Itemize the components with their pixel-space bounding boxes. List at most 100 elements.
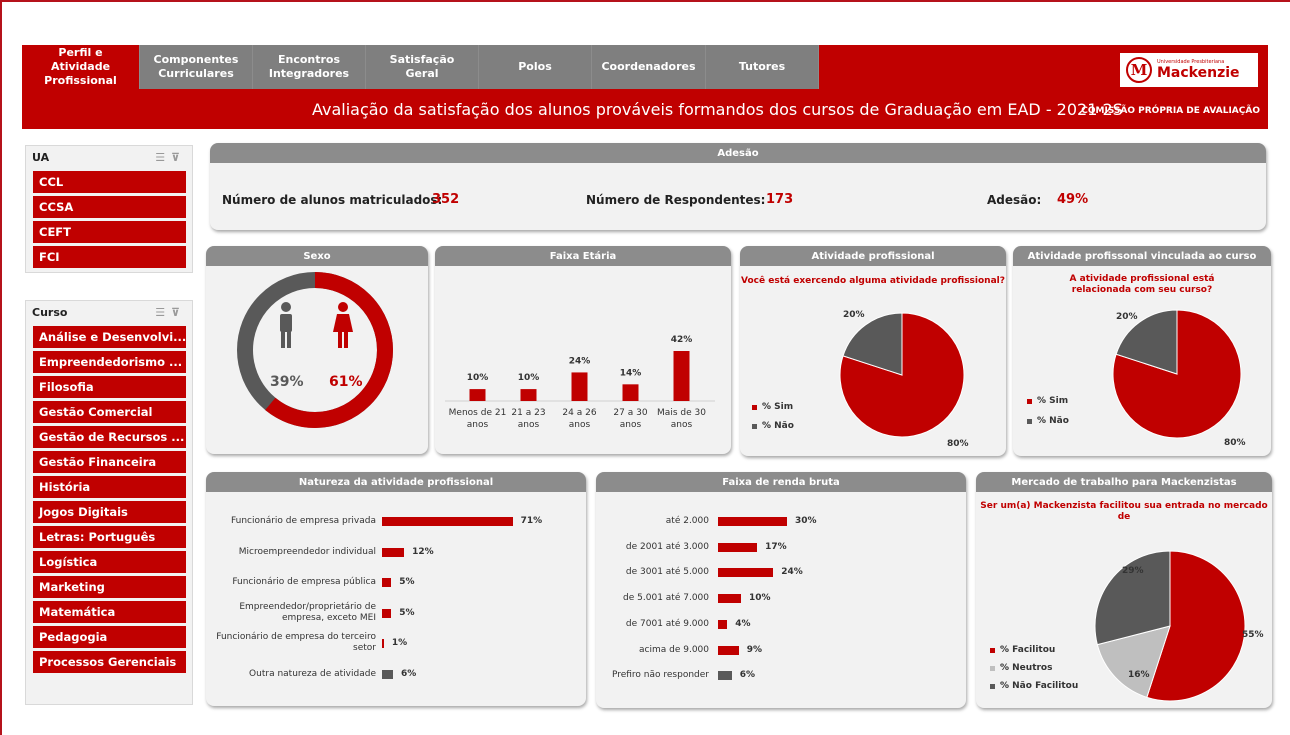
age-value-label: 14% [620,368,642,378]
multi-select-icon[interactable]: ☰ [155,151,171,164]
tab-polos[interactable]: Polos [479,45,592,89]
bar-value-label: 6% [401,669,417,679]
matriculados-value: 352 [432,192,460,207]
legend-nao: % Não [752,421,794,431]
hbar [718,542,758,552]
male-icon [280,302,292,348]
slicer-curso-item[interactable]: Jogos Digitais [33,501,186,523]
slicer-curso-item[interactable]: Gestão de Recursos ... [33,426,186,448]
mackenzie-m-logo: M [1126,57,1152,83]
slicer-curso-item[interactable]: Processos Gerenciais [33,651,186,673]
bar-category-label: de 3001 até 5.000 [625,567,709,578]
legend-neutros: % Neutros [990,663,1052,673]
bar-category-label: acima de 9.000 [639,644,709,655]
atividade-vinculada-title: Atividade profissonal vinculada ao curso [1013,246,1271,266]
slicer-curso-item[interactable]: Gestão Comercial [33,401,186,423]
bar-value-label: 30% [795,516,817,526]
logo-big-text: Mackenzie [1157,65,1240,81]
tab-encontros[interactable]: Encontros Integradores [253,45,366,89]
male-pct-label: 39% [270,374,304,390]
bar-category-label: de 5.001 até 7.000 [623,593,709,604]
female-icon [333,302,353,348]
tab-perfil[interactable]: Perfil e Atividade Profissional [22,45,140,89]
atividade-vinculada-panel: Atividade profissonal vinculada ao curso… [1013,246,1271,456]
legend-nao-facilitou: % Não Facilitou [990,681,1078,691]
age-bar [469,389,486,401]
hbar [382,578,392,588]
mercado-pie [1094,550,1246,702]
bar-category-label: Outra natureza de atividade [249,669,376,679]
legend-sim: % Sim [1027,396,1068,406]
matriculados-label: Número de alunos matriculados: [222,193,443,207]
age-value-label: 10% [467,373,489,383]
bar-category-label: de 2001 até 3.000 [625,541,709,552]
slicer-curso-item[interactable]: Matemática [33,601,186,623]
bar-category-label: Funcionário de empresa privada [230,516,376,526]
age-bar [571,372,588,401]
slicer-ua-item[interactable]: CCL [33,171,186,193]
slicer-curso-item[interactable]: Marketing [33,576,186,598]
bar-value-label: 12% [412,546,434,557]
slicer-curso-item[interactable]: Logística [33,551,186,573]
tab-componentes[interactable]: Componentes Curriculares [140,45,253,89]
clear-filter-icon[interactable]: ⊽ [171,151,186,164]
slicer-curso-item[interactable]: Letras: Português [33,526,186,548]
slicer-curso-item[interactable]: Pedagogia [33,626,186,648]
age-category-label: anos [518,420,540,430]
mercado-panel: Mercado de trabalho para Mackenzistas Se… [976,472,1272,708]
mercado-title: Mercado de trabalho para Mackenzistas [976,472,1272,492]
natureza-panel: Natureza da atividade profissional Funci… [206,472,586,706]
clear-filter-icon[interactable]: ⊽ [171,306,186,319]
slicer-ua-item[interactable]: CCSA [33,196,186,218]
bar-category-label: de 7001 até 9.000 [625,618,709,629]
age-value-label: 42% [671,335,693,345]
vinculada-nao-label: 20% [1116,312,1138,322]
page-title: Avaliação da satisfação dos alunos prová… [312,100,1123,119]
slicer-curso-title: Curso [32,305,68,319]
adesao-value: 49% [1057,192,1089,207]
tab-tutores[interactable]: Tutores [706,45,819,89]
slicer-curso-item[interactable]: Filosofia [33,376,186,398]
bar-value-label: 5% [399,577,415,588]
bar-value-label: 9% [746,644,762,655]
slicer-curso-item[interactable]: Análise e Desenvolvi... [33,326,186,348]
adesao-label: Adesão: [987,193,1042,207]
bar-value-label: 10% [749,593,771,604]
hbar [718,568,774,578]
legend-facilitou: % Facilitou [990,645,1055,655]
bar-category-label: Funcionário de empresa pública [232,577,376,588]
slicer-curso: Curso ☰⊽ Análise e Desenvolvi... Empreen… [25,300,193,705]
age-value-label: 24% [569,356,591,366]
adesao-panel: Adesão Número de alunos matriculados: 35… [210,143,1266,230]
legend-sim: % Sim [752,402,793,412]
tab-satisfacao[interactable]: Satisfação Geral [366,45,479,89]
age-category-label: anos [467,420,489,430]
bar-category-label: até 2.000 [665,516,709,526]
slicer-curso-item[interactable]: Gestão Financeira [33,451,186,473]
renda-title: Faixa de renda bruta [596,472,966,492]
tab-coordenadores[interactable]: Coordenadores [592,45,706,89]
bar-value-label: 17% [765,541,787,552]
respondentes-label: Número de Respondentes: [586,193,766,207]
hbar [382,547,405,557]
multi-select-icon[interactable]: ☰ [155,306,171,319]
age-category-label: Mais de 30 [657,408,706,418]
bar-value-label: 6% [739,670,756,681]
hbar [382,639,384,649]
slicer-ua-item[interactable]: FCI [33,246,186,268]
atividade-sim-label: 80% [947,439,969,449]
bar-value-label: 4% [735,618,751,629]
age-category-label: anos [620,420,642,430]
slicer-ua-item[interactable]: CEFT [33,221,186,243]
slicer-curso-item[interactable]: Empreendedorismo ... [33,351,186,373]
age-value-label: 10% [518,373,540,383]
mercado-neutros-label: 16% [1128,670,1150,680]
slicer-curso-item[interactable]: História [33,476,186,498]
hbar [382,608,392,618]
adesao-title: Adesão [210,143,1266,163]
bar-value-label: 1% [391,638,408,649]
age-category-label: Menos de 21 [449,408,507,418]
age-category-label: 24 a 26 [562,408,596,418]
bar-value-label: 5% [399,607,415,618]
mercado-nao-facilitou-label: 29% [1122,566,1144,576]
